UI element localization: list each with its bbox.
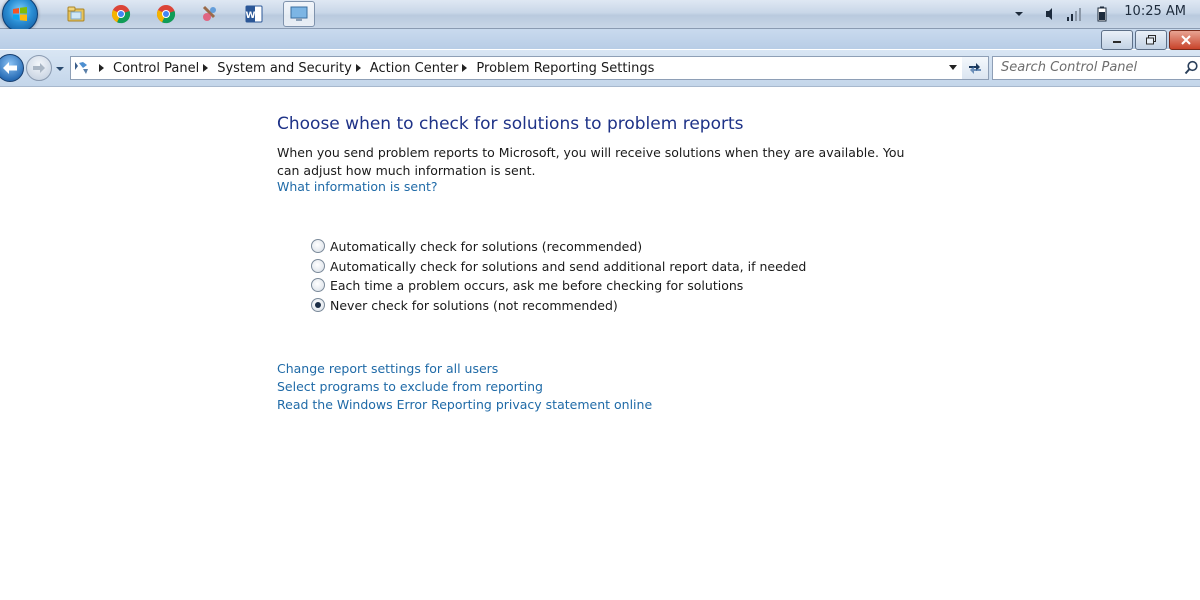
clock[interactable]: 10:25 AM bbox=[1124, 4, 1186, 19]
option-label: Each time a problem occurs, ask me befor… bbox=[330, 278, 743, 293]
option-auto-check[interactable]: Automatically check for solutions (recom… bbox=[311, 237, 642, 255]
svg-text:W: W bbox=[246, 11, 256, 21]
page-title: Choose when to check for solutions to pr… bbox=[277, 114, 743, 134]
battery-icon[interactable] bbox=[1094, 6, 1110, 22]
forward-arrow-icon bbox=[32, 62, 46, 74]
chrome-icon[interactable] bbox=[156, 4, 176, 24]
control-panel-taskbar-button[interactable] bbox=[283, 1, 315, 27]
search-box[interactable] bbox=[992, 56, 1200, 80]
option-label: Automatically check for solutions (recom… bbox=[330, 239, 642, 254]
restore-icon bbox=[1145, 35, 1157, 45]
back-button[interactable] bbox=[0, 54, 24, 82]
option-label: Automatically check for solutions and se… bbox=[330, 259, 806, 274]
minimize-button[interactable] bbox=[1101, 30, 1133, 50]
breadcrumb-arrow-icon[interactable] bbox=[203, 64, 208, 72]
main-content: Choose when to check for solutions to pr… bbox=[0, 87, 1200, 600]
radio-button[interactable] bbox=[311, 259, 325, 273]
restore-button[interactable] bbox=[1135, 30, 1167, 50]
taskbar: W 10:25 AM bbox=[0, 0, 1200, 29]
change-settings-all-users-link[interactable]: Change report settings for all users bbox=[277, 361, 498, 376]
breadcrumb-arrow-icon[interactable] bbox=[356, 64, 361, 72]
chrome-icon[interactable] bbox=[111, 4, 131, 24]
exclude-programs-link[interactable]: Select programs to exclude from reportin… bbox=[277, 379, 543, 394]
what-information-link[interactable]: What information is sent? bbox=[277, 179, 438, 194]
address-dropdown-icon[interactable] bbox=[949, 65, 957, 70]
refresh-icon bbox=[967, 61, 983, 75]
privacy-statement-link[interactable]: Read the Windows Error Reporting privacy… bbox=[277, 397, 652, 412]
volume-icon[interactable] bbox=[1044, 6, 1054, 22]
breadcrumb-control-panel[interactable]: Control Panel bbox=[113, 61, 199, 76]
explorer-icon[interactable] bbox=[66, 4, 86, 24]
control-panel-root-icon[interactable] bbox=[73, 60, 91, 76]
radio-button-selected[interactable] bbox=[311, 298, 325, 312]
network-icon[interactable] bbox=[1066, 6, 1082, 22]
close-icon bbox=[1180, 35, 1192, 45]
forward-button[interactable] bbox=[26, 55, 52, 81]
window-caption bbox=[0, 29, 1200, 49]
windows-logo-icon bbox=[12, 6, 28, 22]
control-panel-icon bbox=[289, 4, 309, 24]
option-label: Never check for solutions (not recommend… bbox=[330, 298, 618, 313]
breadcrumb: Control Panel System and Security Action… bbox=[95, 57, 654, 79]
breadcrumb-system-and-security[interactable]: System and Security bbox=[217, 61, 352, 76]
page-description: When you send problem reports to Microso… bbox=[277, 144, 917, 180]
minimize-icon bbox=[1112, 36, 1122, 44]
back-arrow-icon bbox=[2, 61, 18, 75]
breadcrumb-action-center[interactable]: Action Center bbox=[370, 61, 459, 76]
recent-pages-dropdown-icon[interactable] bbox=[55, 64, 65, 74]
refresh-button[interactable] bbox=[962, 56, 989, 80]
address-bar[interactable]: Control Panel System and Security Action… bbox=[70, 56, 964, 80]
breadcrumb-arrow-icon[interactable] bbox=[462, 64, 467, 72]
navigation-bar: Control Panel System and Security Action… bbox=[0, 50, 1200, 87]
close-button[interactable] bbox=[1169, 30, 1200, 50]
search-input[interactable] bbox=[993, 57, 1181, 77]
breadcrumb-problem-reporting-settings[interactable]: Problem Reporting Settings bbox=[476, 61, 654, 76]
option-never-check[interactable]: Never check for solutions (not recommend… bbox=[311, 296, 618, 314]
paint-icon[interactable] bbox=[200, 4, 220, 24]
search-icon[interactable] bbox=[1184, 60, 1199, 75]
radio-button[interactable] bbox=[311, 239, 325, 253]
radio-button[interactable] bbox=[311, 278, 325, 292]
breadcrumb-arrow-icon[interactable] bbox=[99, 64, 104, 72]
start-button[interactable] bbox=[2, 0, 38, 32]
tray-overflow-icon[interactable] bbox=[1014, 6, 1024, 22]
word-icon[interactable]: W bbox=[244, 4, 264, 24]
option-auto-check-send-data[interactable]: Automatically check for solutions and se… bbox=[311, 257, 806, 275]
option-ask-each-time[interactable]: Each time a problem occurs, ask me befor… bbox=[311, 276, 743, 294]
